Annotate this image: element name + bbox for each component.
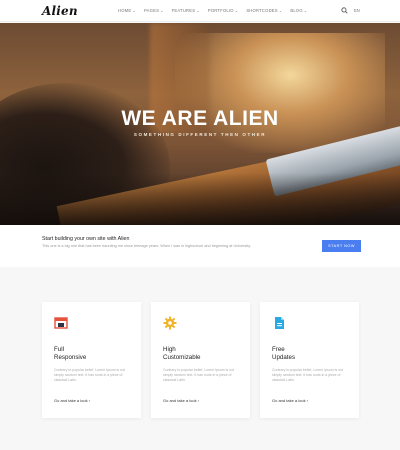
hero-subtitle: SOMETHING DIFFERENT THEN OTHER xyxy=(133,132,267,137)
feature-title-line: Responsive xyxy=(54,354,87,361)
feature-title-line: Updates xyxy=(272,354,296,361)
menu-item-label: FEATURES xyxy=(171,8,196,13)
main-menu: HOME⌄ PAGES⌄ FEATURES⌄ PORTFOLIO⌄ SHORTC… xyxy=(118,8,307,13)
menu-item-label: PORTFOLIO xyxy=(207,8,234,13)
language-switcher[interactable]: EN xyxy=(354,8,360,13)
hero-background xyxy=(0,173,400,225)
menu-item-pages[interactable]: PAGES⌄ xyxy=(144,8,164,13)
menu-item-label: HOME xyxy=(118,8,132,13)
chevron-down-icon: ⌄ xyxy=(196,8,200,13)
feature-title-line: Full xyxy=(54,346,64,353)
hero-title: WE ARE ALIEN xyxy=(121,107,279,130)
start-now-button[interactable]: START NOW xyxy=(322,240,361,252)
feature-card: Full Responsive Contrary to popular beli… xyxy=(42,302,141,418)
feature-link[interactable]: Go and take a look › xyxy=(163,398,199,403)
chevron-down-icon: ⌄ xyxy=(234,8,239,13)
menu-item-label: PAGES xyxy=(143,8,160,13)
feature-title-line: Free xyxy=(272,346,285,353)
menu-item-shortcodes[interactable]: SHORTCODES⌄ xyxy=(246,8,282,13)
feature-description: Contrary to popular belief, Lorem Ipsum … xyxy=(163,368,235,383)
feature-card: Free Updates Contrary to popular belief,… xyxy=(260,302,359,418)
feature-title-line: High xyxy=(163,346,176,353)
cta-title: Start building your own site with Alien xyxy=(42,236,130,242)
menu-item-home[interactable]: HOME⌄ xyxy=(118,8,136,13)
chevron-down-icon: ⌄ xyxy=(160,8,164,13)
feature-description: Contrary to popular belief, Lorem Ipsum … xyxy=(272,368,344,383)
browser-icon xyxy=(54,317,68,329)
cta-text: This one is a big one that has been haun… xyxy=(42,244,251,248)
feature-title-line: Customizable xyxy=(163,354,201,361)
menu-item-portfolio[interactable]: PORTFOLIO⌄ xyxy=(208,8,238,13)
menu-item-blog[interactable]: BLOG⌄ xyxy=(290,8,307,13)
chevron-down-icon: ⌄ xyxy=(132,8,136,13)
menu-item-label: BLOG xyxy=(290,8,303,13)
document-icon xyxy=(275,317,284,329)
feature-title: High Customizable xyxy=(163,346,201,362)
site-logo[interactable]: Alien xyxy=(42,4,78,18)
chevron-down-icon: ⌄ xyxy=(278,8,283,13)
feature-description: Contrary to popular belief, Lorem Ipsum … xyxy=(54,368,126,383)
top-navbar: Alien HOME⌄ PAGES⌄ FEATURES⌄ PORTFOLIO⌄ … xyxy=(0,0,400,22)
menu-item-label: SHORTCODES xyxy=(246,8,278,13)
chevron-down-icon: ⌄ xyxy=(303,8,308,13)
feature-card: High Customizable Contrary to popular be… xyxy=(151,302,250,418)
feature-link[interactable]: Go and take a look › xyxy=(54,398,90,403)
gear-icon xyxy=(163,316,177,330)
menu-item-features[interactable]: FEATURES⌄ xyxy=(172,8,200,13)
feature-title: Free Updates xyxy=(272,346,295,362)
search-icon[interactable] xyxy=(341,7,348,14)
feature-link[interactable]: Go and take a look › xyxy=(272,398,308,403)
feature-title: Full Responsive xyxy=(54,346,86,362)
